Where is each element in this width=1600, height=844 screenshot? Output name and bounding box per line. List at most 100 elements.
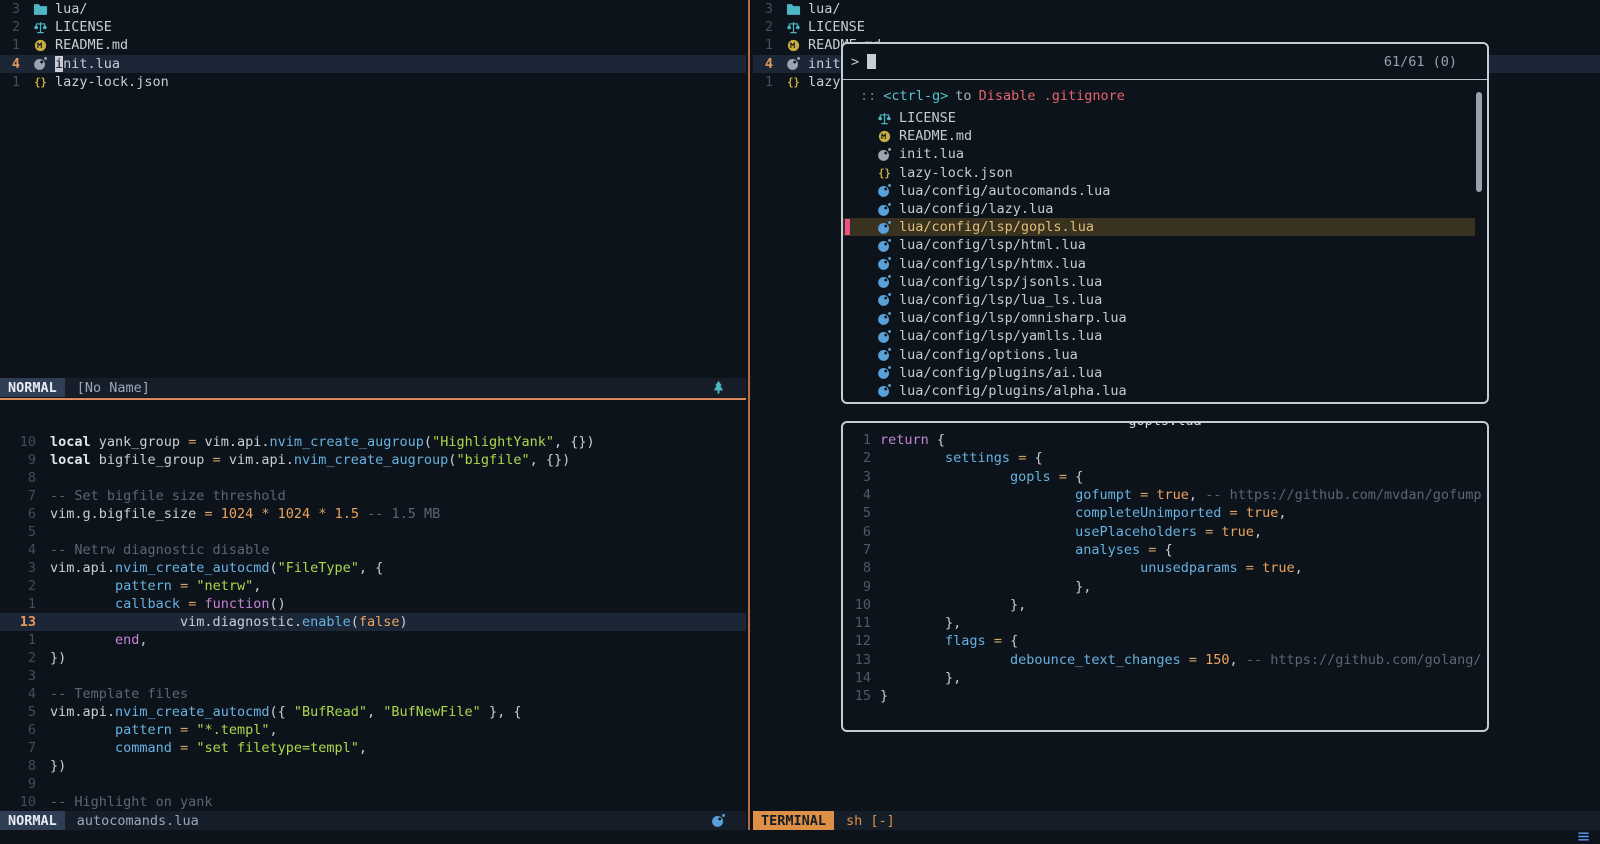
- line-number: 8: [0, 758, 36, 774]
- code-token: [1010, 450, 1018, 466]
- code-line[interactable]: 5: [0, 523, 746, 541]
- code-line[interactable]: 1 end,: [0, 631, 746, 649]
- explorer-row-lua[interactable]: 3lua/: [753, 0, 1600, 18]
- finder-item-license[interactable]: LICENSE: [843, 109, 1475, 127]
- code-line[interactable]: 7 command = "set filetype=templ",: [0, 739, 746, 757]
- code-token: ,: [270, 722, 278, 738]
- explorer-row-readme-md[interactable]: 1README.md: [0, 36, 746, 54]
- finder-item-init-lua[interactable]: init.lua: [843, 145, 1475, 163]
- code-token: ): [400, 614, 408, 630]
- file-label: lua/config/lsp/htmx.lua: [899, 256, 1086, 272]
- explorer-row-lazy-lock-json[interactable]: 1{}lazy-lock.json: [0, 73, 746, 91]
- explorer-row-license[interactable]: 2LICENSE: [753, 18, 1600, 36]
- code-line[interactable]: 4-- Netrw diagnostic disable: [0, 541, 746, 559]
- line-number: 6: [0, 722, 36, 738]
- code-line[interactable]: 6vim.g.bigfile_size = 1024 * 1024 * 1.5 …: [0, 505, 746, 523]
- code-line[interactable]: 5vim.api.nvim_create_autocmd({ "BufRead"…: [0, 703, 746, 721]
- code-line[interactable]: 7-- Set bigfile size threshold: [0, 487, 746, 505]
- code-token: nvim_create_augroup: [294, 452, 448, 468]
- code-token: =: [180, 578, 188, 594]
- code-line[interactable]: 9 },: [849, 577, 1487, 595]
- code-token: "HighlightYank": [432, 434, 554, 450]
- code-token: [1051, 469, 1059, 485]
- finder-item-lua-config-options-lua[interactable]: lua/config/options.lua: [843, 345, 1475, 363]
- code-line[interactable]: 8}): [0, 757, 746, 775]
- code-text: local bigfile_group = vim.api.nvim_creat…: [50, 452, 570, 468]
- json-icon: {}: [786, 74, 801, 89]
- line-number: 8: [849, 560, 871, 576]
- code-line[interactable]: 2}): [0, 649, 746, 667]
- mode-indicator: NORMAL: [0, 811, 65, 830]
- finder-item-lua-config-plugins-ai-lua[interactable]: lua/config/plugins/ai.lua: [843, 364, 1475, 382]
- file-label: lazy-lock.json: [55, 74, 169, 90]
- code-line[interactable]: 1return {: [849, 431, 1487, 449]
- explorer-row-lua[interactable]: 3lua/: [0, 0, 746, 18]
- code-line[interactable]: 10-- Highlight on yank: [0, 793, 746, 811]
- code-token: =: [1246, 560, 1254, 576]
- finder-item-lua-config-autocomands-lua[interactable]: lua/config/autocomands.lua: [843, 182, 1475, 200]
- code-token: },: [880, 615, 961, 631]
- code-token: [270, 506, 278, 522]
- code-line[interactable]: 13 debounce_text_changes = 150, -- https…: [849, 651, 1487, 669]
- code-line[interactable]: 12 flags = {: [849, 632, 1487, 650]
- code-line[interactable]: 9: [0, 775, 746, 793]
- svg-text:{}: {}: [787, 77, 799, 89]
- code-line[interactable]: 7 analyses = {: [849, 541, 1487, 559]
- line-number: 5: [0, 704, 36, 720]
- code-token: {: [1156, 542, 1172, 558]
- code-line[interactable]: 1 callback = function(): [0, 595, 746, 613]
- code-line[interactable]: 5 completeUnimported = true,: [849, 504, 1487, 522]
- code-line[interactable]: 6 usePlaceholders = true,: [849, 522, 1487, 540]
- lua_blue-icon: [877, 311, 892, 326]
- line-number: 3: [0, 668, 36, 684]
- code-line[interactable]: 10local yank_group = vim.api.nvim_create…: [0, 433, 746, 451]
- code-line[interactable]: 14 },: [849, 669, 1487, 687]
- code-token: *: [261, 506, 269, 522]
- line-number: 13: [0, 614, 36, 630]
- code-line[interactable]: 4 gofumpt = true, -- https://github.com/…: [849, 486, 1487, 504]
- preview-popup: gopls.lua 1return {2 settings = {3 gopls…: [841, 421, 1489, 732]
- code-line[interactable]: 6 pattern = "*.templ",: [0, 721, 746, 739]
- finder-item-lazy-lock-json[interactable]: {}lazy-lock.json: [843, 164, 1475, 182]
- finder-item-lua-config-lsp-lua-ls-lua[interactable]: lua/config/lsp/lua_ls.lua: [843, 291, 1475, 309]
- code-token: [1181, 652, 1189, 668]
- code-line[interactable]: 2 pattern = "netrw",: [0, 577, 746, 595]
- finder-prompt[interactable]: > 61/61 (0): [843, 44, 1487, 80]
- code-line[interactable]: 10 },: [849, 596, 1487, 614]
- code-line[interactable]: 15}: [849, 687, 1487, 705]
- code-line[interactable]: 13 vim.diagnostic.enable(false): [0, 613, 746, 631]
- finder-item-readme-md[interactable]: README.md: [843, 127, 1475, 145]
- code-line[interactable]: 4-- Template files: [0, 685, 746, 703]
- code-token: nvim_create_autocmd: [115, 704, 269, 720]
- code-line[interactable]: 2 settings = {: [849, 449, 1487, 467]
- file-label: lua/config/lsp/yamlls.lua: [899, 328, 1102, 344]
- code-text: unusedparams = true,: [880, 560, 1303, 576]
- code-token: gopls: [1010, 469, 1051, 485]
- code-line[interactable]: 8 unusedparams = true,: [849, 559, 1487, 577]
- finder-item-lua-config-plugins-alpha-lua[interactable]: lua/config/plugins/alpha.lua: [843, 382, 1475, 400]
- finder-item-lua-config-lsp-jsonls-lua[interactable]: lua/config/lsp/jsonls.lua: [843, 273, 1475, 291]
- markdown-icon: [877, 129, 892, 144]
- finder-item-lua-config-lsp-htmx-lua[interactable]: lua/config/lsp/htmx.lua: [843, 255, 1475, 273]
- finder-item-lua-config-lsp-yamlls-lua[interactable]: lua/config/lsp/yamlls.lua: [843, 327, 1475, 345]
- license-icon: [786, 20, 801, 35]
- finder-item-lua-config-lsp-html-lua[interactable]: lua/config/lsp/html.lua: [843, 236, 1475, 254]
- explorer-row-init-lua[interactable]: 4init.lua: [0, 55, 746, 73]
- scrollbar-thumb[interactable]: [1476, 92, 1482, 192]
- code-line[interactable]: 3 gopls = {: [849, 468, 1487, 486]
- line-number: 2: [849, 450, 871, 466]
- code-line[interactable]: 11 },: [849, 614, 1487, 632]
- code-line[interactable]: 9local bigfile_group = vim.api.nvim_crea…: [0, 451, 746, 469]
- explorer-row-license[interactable]: 2LICENSE: [0, 18, 746, 36]
- code-token: ,: [1278, 505, 1286, 521]
- code-token: 150: [1205, 652, 1229, 668]
- file-label: LICENSE: [808, 19, 865, 35]
- code-line[interactable]: 8: [0, 469, 746, 487]
- finder-item-lua-config-lsp-omnisharp-lua[interactable]: lua/config/lsp/omnisharp.lua: [843, 309, 1475, 327]
- finder-item-lua-config-lsp-gopls-lua[interactable]: lua/config/lsp/gopls.lua: [843, 218, 1475, 236]
- line-number: 9: [0, 776, 36, 792]
- code-token: [880, 560, 1140, 576]
- code-line[interactable]: 3: [0, 667, 746, 685]
- code-line[interactable]: 3vim.api.nvim_create_autocmd("FileType",…: [0, 559, 746, 577]
- finder-item-lua-config-lazy-lua[interactable]: lua/config/lazy.lua: [843, 200, 1475, 218]
